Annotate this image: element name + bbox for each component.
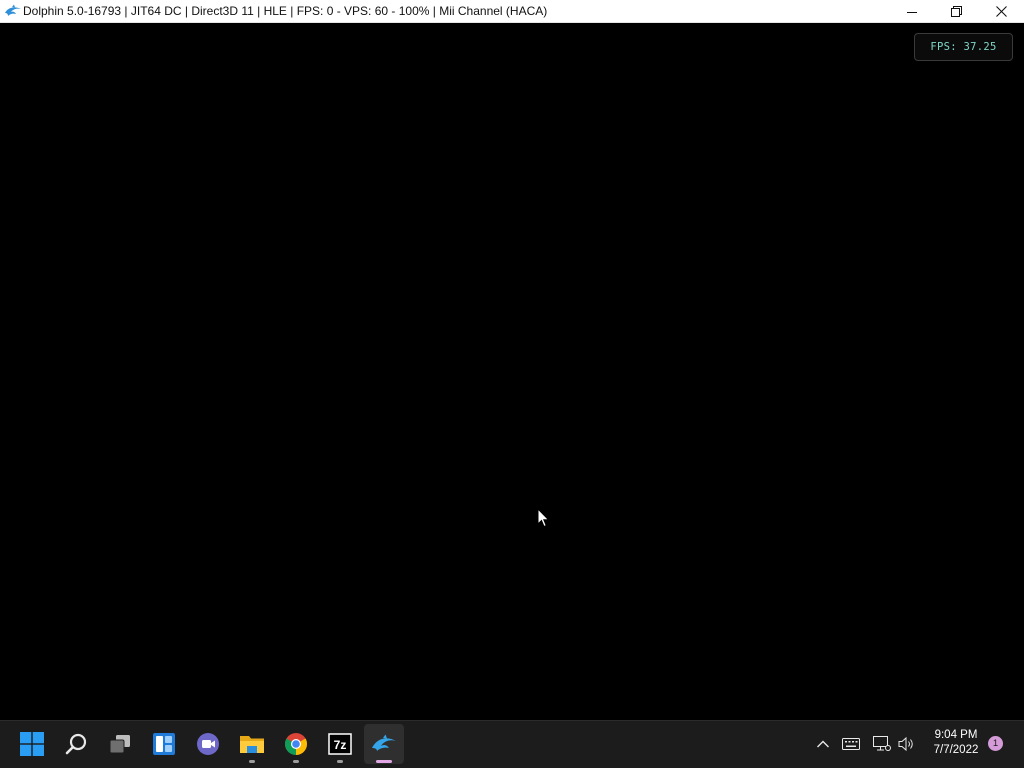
windows-start-icon [20,732,44,756]
svg-text:7z: 7z [334,738,347,752]
clock-date: 7/7/2022 [933,744,979,756]
close-icon [996,6,1007,17]
title-bar[interactable]: Dolphin 5.0-16793 | JIT64 DC | Direct3D … [0,0,1024,23]
7zip-button[interactable]: 7z [320,724,360,764]
start-button[interactable] [12,724,52,764]
mouse-cursor-icon [537,508,550,528]
show-hidden-icons-button[interactable] [813,733,833,755]
volume-button[interactable] [897,733,917,755]
teams-chat-icon [197,733,219,755]
chevron-up-icon [817,740,829,748]
task-view-button[interactable] [100,724,140,764]
window-controls [889,0,1024,23]
running-indicator [293,760,299,763]
minimize-button[interactable] [889,0,934,23]
folder-icon [240,736,264,753]
notification-badge[interactable]: 1 [988,736,1003,751]
restore-icon [951,6,962,17]
running-indicator [337,760,343,763]
game-render-area[interactable]: FPS: 37.25 [0,23,1024,720]
window-title: Dolphin 5.0-16793 | JIT64 DC | Direct3D … [23,4,548,18]
widgets-icon [153,733,175,755]
keyboard-icon [842,738,860,750]
dolphin-icon [372,734,396,751]
chrome-button[interactable] [276,724,316,764]
clock-button[interactable]: 9:04 PM 7/7/2022 [924,728,988,758]
minimize-icon [906,11,917,13]
taskbar: 7z 9:04 PM 7/7/2022 [0,720,1024,768]
task-view-icon [109,735,130,754]
input-indicator-button[interactable] [841,733,861,755]
clock-time: 9:04 PM [934,729,978,741]
dolphin-icon [5,4,21,16]
search-icon [65,733,87,755]
network-button[interactable] [872,733,892,755]
network-icon [873,736,891,751]
running-indicator [249,760,255,763]
volume-icon [898,736,913,752]
active-indicator [376,760,392,763]
7zip-icon: 7z [328,733,352,755]
search-button[interactable] [56,724,96,764]
restore-button[interactable] [934,0,979,23]
close-button[interactable] [979,0,1024,23]
fps-overlay: FPS: 37.25 [914,33,1013,61]
dolphin-taskbar-button[interactable] [364,724,404,764]
widgets-button[interactable] [144,724,184,764]
file-explorer-button[interactable] [232,724,272,764]
chrome-icon [285,733,307,755]
teams-chat-button[interactable] [188,724,228,764]
